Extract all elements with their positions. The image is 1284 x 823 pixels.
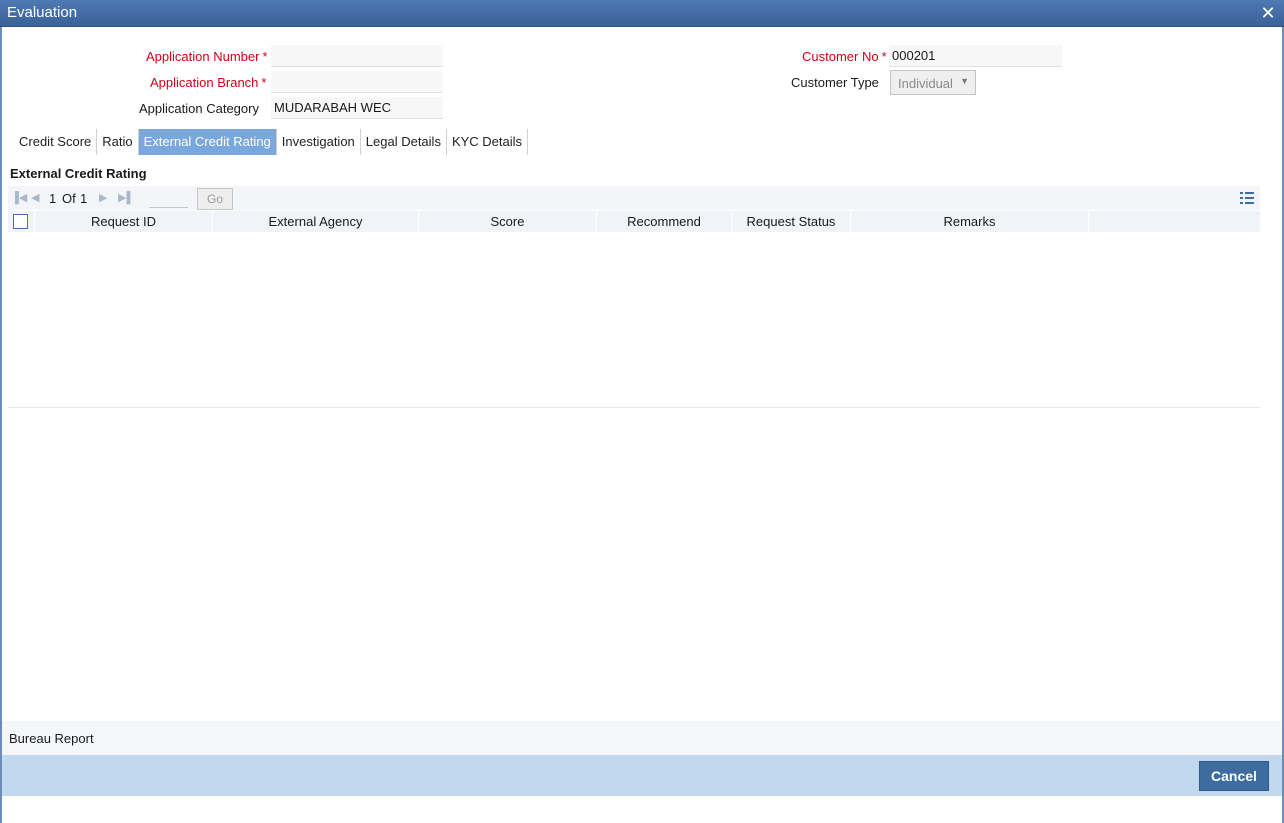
page-number-input[interactable]	[149, 189, 188, 208]
first-page-icon[interactable]: ▐◀	[11, 191, 27, 204]
tab-investigation[interactable]: Investigation	[277, 129, 361, 155]
column-header[interactable]: Request Status	[732, 211, 851, 232]
select-all-cell	[8, 211, 35, 232]
customer-type-value: Individual	[898, 76, 953, 91]
window-title: Evaluation	[7, 4, 78, 21]
column-header[interactable]: Request ID	[35, 211, 213, 232]
required-mark: *	[881, 49, 887, 64]
tab-legal-details[interactable]: Legal Details	[361, 129, 447, 155]
select-all-checkbox[interactable]	[13, 214, 28, 229]
customer-no-field[interactable]: 000201	[889, 45, 1062, 67]
customer-type-select[interactable]: Individual ▼	[890, 70, 976, 95]
application-branch-label: Application Branch *	[150, 75, 266, 90]
column-header-spacer	[1089, 211, 1260, 232]
column-header[interactable]: External Agency	[213, 211, 419, 232]
current-page: 1	[49, 191, 57, 206]
column-header[interactable]: Score	[419, 211, 597, 232]
column-header[interactable]: Remarks	[851, 211, 1089, 232]
customer-type-label: Customer Type	[791, 75, 879, 90]
last-page-icon[interactable]: ▶▌	[118, 191, 134, 204]
customer-no-label-text: Customer No	[802, 49, 879, 64]
cancel-button[interactable]: Cancel	[1199, 761, 1269, 791]
prev-page-icon[interactable]: ◀	[31, 191, 39, 204]
application-category-label: Application Category	[139, 101, 259, 116]
application-branch-field[interactable]	[271, 71, 443, 93]
dialog-footer: Cancel	[2, 755, 1282, 796]
required-mark: *	[262, 49, 268, 64]
external-credit-rating-grid: Request ID External Agency Score Recomme…	[8, 211, 1260, 408]
application-number-label-text: Application Number	[146, 49, 260, 64]
evaluation-tabs: Credit Score Ratio External Credit Ratin…	[14, 129, 529, 155]
tab-kyc-details[interactable]: KYC Details	[447, 129, 529, 155]
application-number-field[interactable]	[271, 45, 443, 67]
tab-credit-score[interactable]: Credit Score	[14, 129, 98, 155]
page-of-label: Of	[62, 191, 76, 206]
window-titlebar: Evaluation ✕	[0, 0, 1284, 27]
go-button[interactable]: Go	[197, 188, 233, 210]
application-category-field[interactable]: MUDARABAH WEC	[271, 97, 443, 119]
required-mark: *	[261, 75, 267, 90]
close-icon[interactable]: ✕	[1258, 3, 1278, 23]
total-pages: 1	[80, 191, 88, 206]
tab-ratio[interactable]: Ratio	[97, 129, 139, 155]
column-header[interactable]: Recommend	[597, 211, 732, 232]
list-view-icon[interactable]	[1240, 191, 1254, 205]
tab-external-credit-rating[interactable]: External Credit Rating	[138, 129, 277, 155]
chevron-down-icon: ▼	[960, 76, 969, 86]
grid-header: Request ID External Agency Score Recomme…	[8, 211, 1260, 232]
application-number-label: Application Number *	[146, 49, 268, 64]
grid-pager: ▐◀ ◀ 1 Of 1 ▶ ▶▌ Go	[8, 186, 1260, 210]
customer-no-label: Customer No *	[802, 49, 887, 64]
next-page-icon[interactable]: ▶	[99, 191, 107, 204]
application-branch-label-text: Application Branch	[150, 75, 259, 90]
section-title: External Credit Rating	[10, 166, 147, 181]
bureau-report-bar: Bureau Report	[2, 721, 1282, 755]
bureau-report-link[interactable]: Bureau Report	[9, 731, 94, 746]
